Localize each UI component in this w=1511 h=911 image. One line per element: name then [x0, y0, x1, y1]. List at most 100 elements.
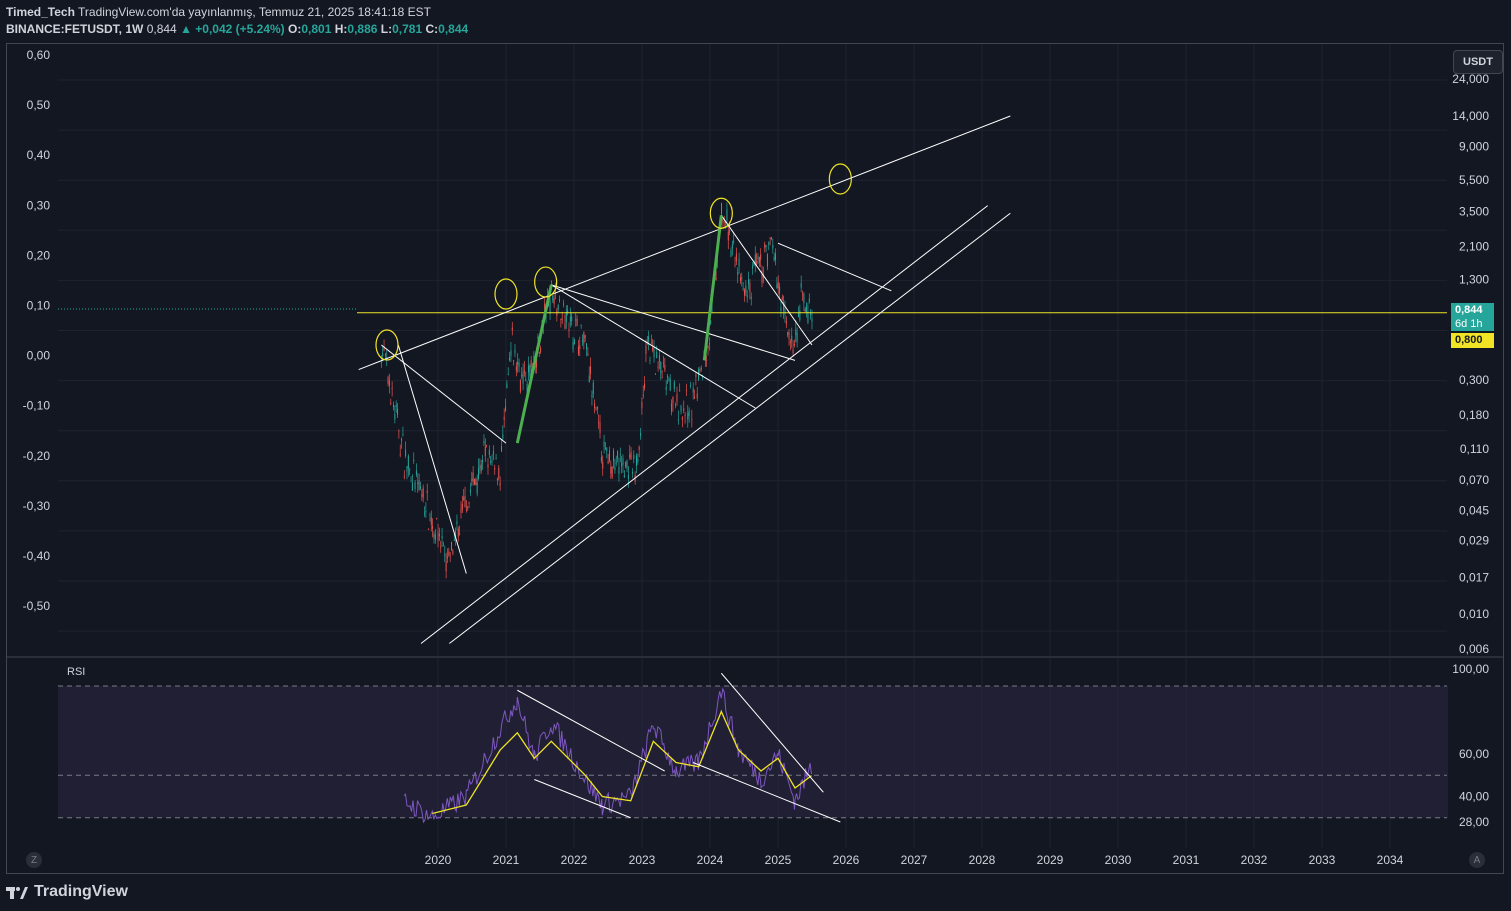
y-tick-label-left: 0,50: [27, 98, 51, 112]
candle-body: [683, 408, 685, 411]
candle-body: [691, 419, 693, 421]
candle-body: [406, 466, 408, 472]
x-tick-label: 2021: [493, 853, 520, 867]
currency-button[interactable]: USDT: [1453, 50, 1503, 74]
candle-body: [727, 231, 729, 241]
candle-body: [807, 311, 809, 323]
candle-body: [402, 434, 404, 436]
candle-body: [586, 343, 588, 350]
candle-body: [478, 467, 480, 479]
candle-body: [781, 297, 783, 301]
candle-body: [421, 494, 423, 497]
y-tick-label-left: 0,10: [27, 299, 51, 313]
candle-body: [637, 458, 639, 463]
candle-body: [808, 298, 810, 303]
candle-body: [715, 277, 717, 280]
candle-body: [710, 322, 712, 324]
candle-body: [464, 495, 466, 508]
candle-body: [483, 440, 485, 444]
x-tick-label: 2025: [765, 853, 792, 867]
candle-body: [506, 383, 508, 389]
y-tick-label-left: 0,20: [27, 248, 51, 262]
candle-body: [538, 352, 540, 354]
candle-body: [595, 409, 597, 411]
candle-body: [571, 316, 573, 322]
channel-inner-line: [449, 212, 1011, 644]
candle-body: [401, 438, 403, 441]
candle-body: [438, 534, 440, 537]
candle-body: [398, 430, 400, 432]
candle-body: [441, 536, 443, 539]
y-tick-label-right: 14,000: [1452, 109, 1489, 123]
candle-body: [380, 362, 382, 364]
candle-body: [440, 546, 442, 548]
candle-body: [811, 318, 813, 322]
candle-body: [391, 387, 393, 389]
candle-body: [500, 446, 502, 452]
candle-body: [530, 360, 532, 368]
candle-body: [613, 450, 615, 462]
candle-body: [584, 335, 586, 339]
candle-body: [490, 460, 492, 463]
candle-body: [684, 414, 686, 416]
candle-body: [496, 478, 498, 480]
candle-body: [463, 497, 465, 500]
candle-body: [721, 203, 723, 215]
candle-body: [618, 467, 620, 474]
candle-body: [641, 402, 643, 409]
candle-body: [645, 345, 647, 354]
candle-body: [502, 434, 504, 439]
candle-body: [696, 393, 698, 399]
x-tick-label: 2026: [833, 853, 860, 867]
candle-body: [519, 380, 521, 392]
candle-body: [679, 390, 681, 392]
candle-body: [623, 474, 625, 478]
y-tick-label-left: -0,10: [23, 399, 51, 413]
candle-body: [456, 521, 458, 524]
rsi-tick-label: 28,00: [1459, 815, 1489, 829]
candle-body: [648, 336, 650, 342]
candle-body: [791, 335, 793, 342]
rsi-title[interactable]: RSI: [67, 666, 85, 678]
candle-body: [625, 461, 627, 467]
candle-body: [588, 375, 590, 383]
candle-body: [769, 237, 771, 239]
candle-body: [569, 316, 571, 322]
candle-body: [451, 541, 453, 551]
candle-body: [467, 507, 469, 509]
candle-body: [523, 370, 525, 373]
x-tick-label: 2030: [1105, 853, 1132, 867]
candle-body: [707, 346, 709, 349]
candle-body: [787, 332, 789, 335]
candle-body: [397, 408, 399, 416]
y-tick-label-right: 0,110: [1460, 442, 1489, 456]
candle-body: [615, 462, 617, 464]
y-tick-label-right: 0,300: [1459, 373, 1489, 387]
candle-body: [688, 410, 690, 417]
candle-body: [652, 347, 654, 351]
candle-body: [745, 285, 747, 294]
candle-body: [734, 264, 736, 266]
candle-body: [587, 353, 589, 356]
candle-body: [757, 256, 759, 259]
chart-canvas[interactable]: 2020 2021 2022 2023 2024 2025 2026 2027 2028 2029…: [0, 0, 1511, 911]
candle-body: [424, 512, 426, 514]
candle-body: [576, 318, 578, 327]
y-tick-label-left: 0,40: [27, 148, 51, 162]
x-tick-label: 2033: [1309, 853, 1336, 867]
candle-body: [708, 343, 710, 345]
candle-body: [486, 445, 488, 447]
candle-body: [573, 339, 575, 345]
candle-body: [527, 365, 529, 373]
tradingview-logo-icon: [6, 887, 28, 899]
auto-scale-button[interactable]: A: [1469, 852, 1485, 868]
candle-body: [596, 406, 598, 410]
candle-body: [739, 277, 741, 281]
candle-body: [565, 311, 567, 323]
candle-body: [552, 295, 554, 301]
rsi-tick-label: 100,00: [1452, 662, 1489, 676]
impulse-leg-1: [515, 284, 553, 444]
zoom-button[interactable]: Z: [26, 852, 42, 868]
candle-body: [563, 303, 565, 305]
candle-body: [746, 294, 748, 298]
